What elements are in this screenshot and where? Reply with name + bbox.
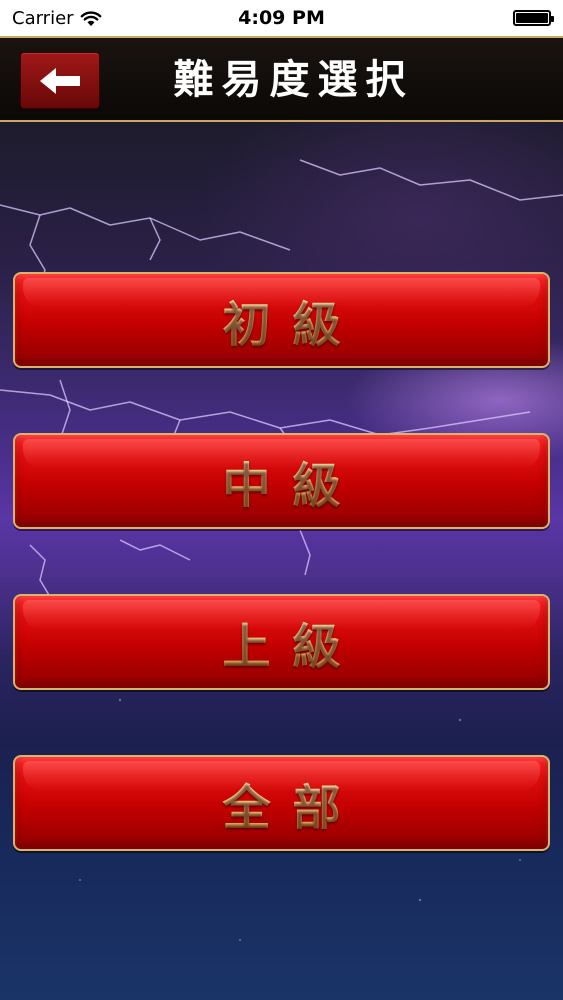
- level-button-all[interactable]: 全部: [13, 755, 550, 851]
- battery-fill: [516, 13, 548, 23]
- level-label: 全部: [200, 768, 362, 838]
- level-label: 初級: [200, 285, 362, 355]
- status-time: 4:09 PM: [238, 7, 325, 29]
- level-button-intermediate[interactable]: 中級: [13, 433, 550, 529]
- level-label: 中級: [200, 446, 362, 516]
- level-label: 上級: [200, 607, 362, 677]
- level-button-advanced[interactable]: 上級: [13, 594, 550, 690]
- battery-icon: [513, 10, 554, 26]
- status-bar: Carrier 4:09 PM: [0, 0, 563, 36]
- page-title: 難易度選択: [173, 57, 414, 103]
- header-bar: 難易度選択: [0, 36, 563, 122]
- level-button-beginner[interactable]: 初級: [13, 272, 550, 368]
- difficulty-menu: 初級 中級 上級 全部: [13, 272, 550, 916]
